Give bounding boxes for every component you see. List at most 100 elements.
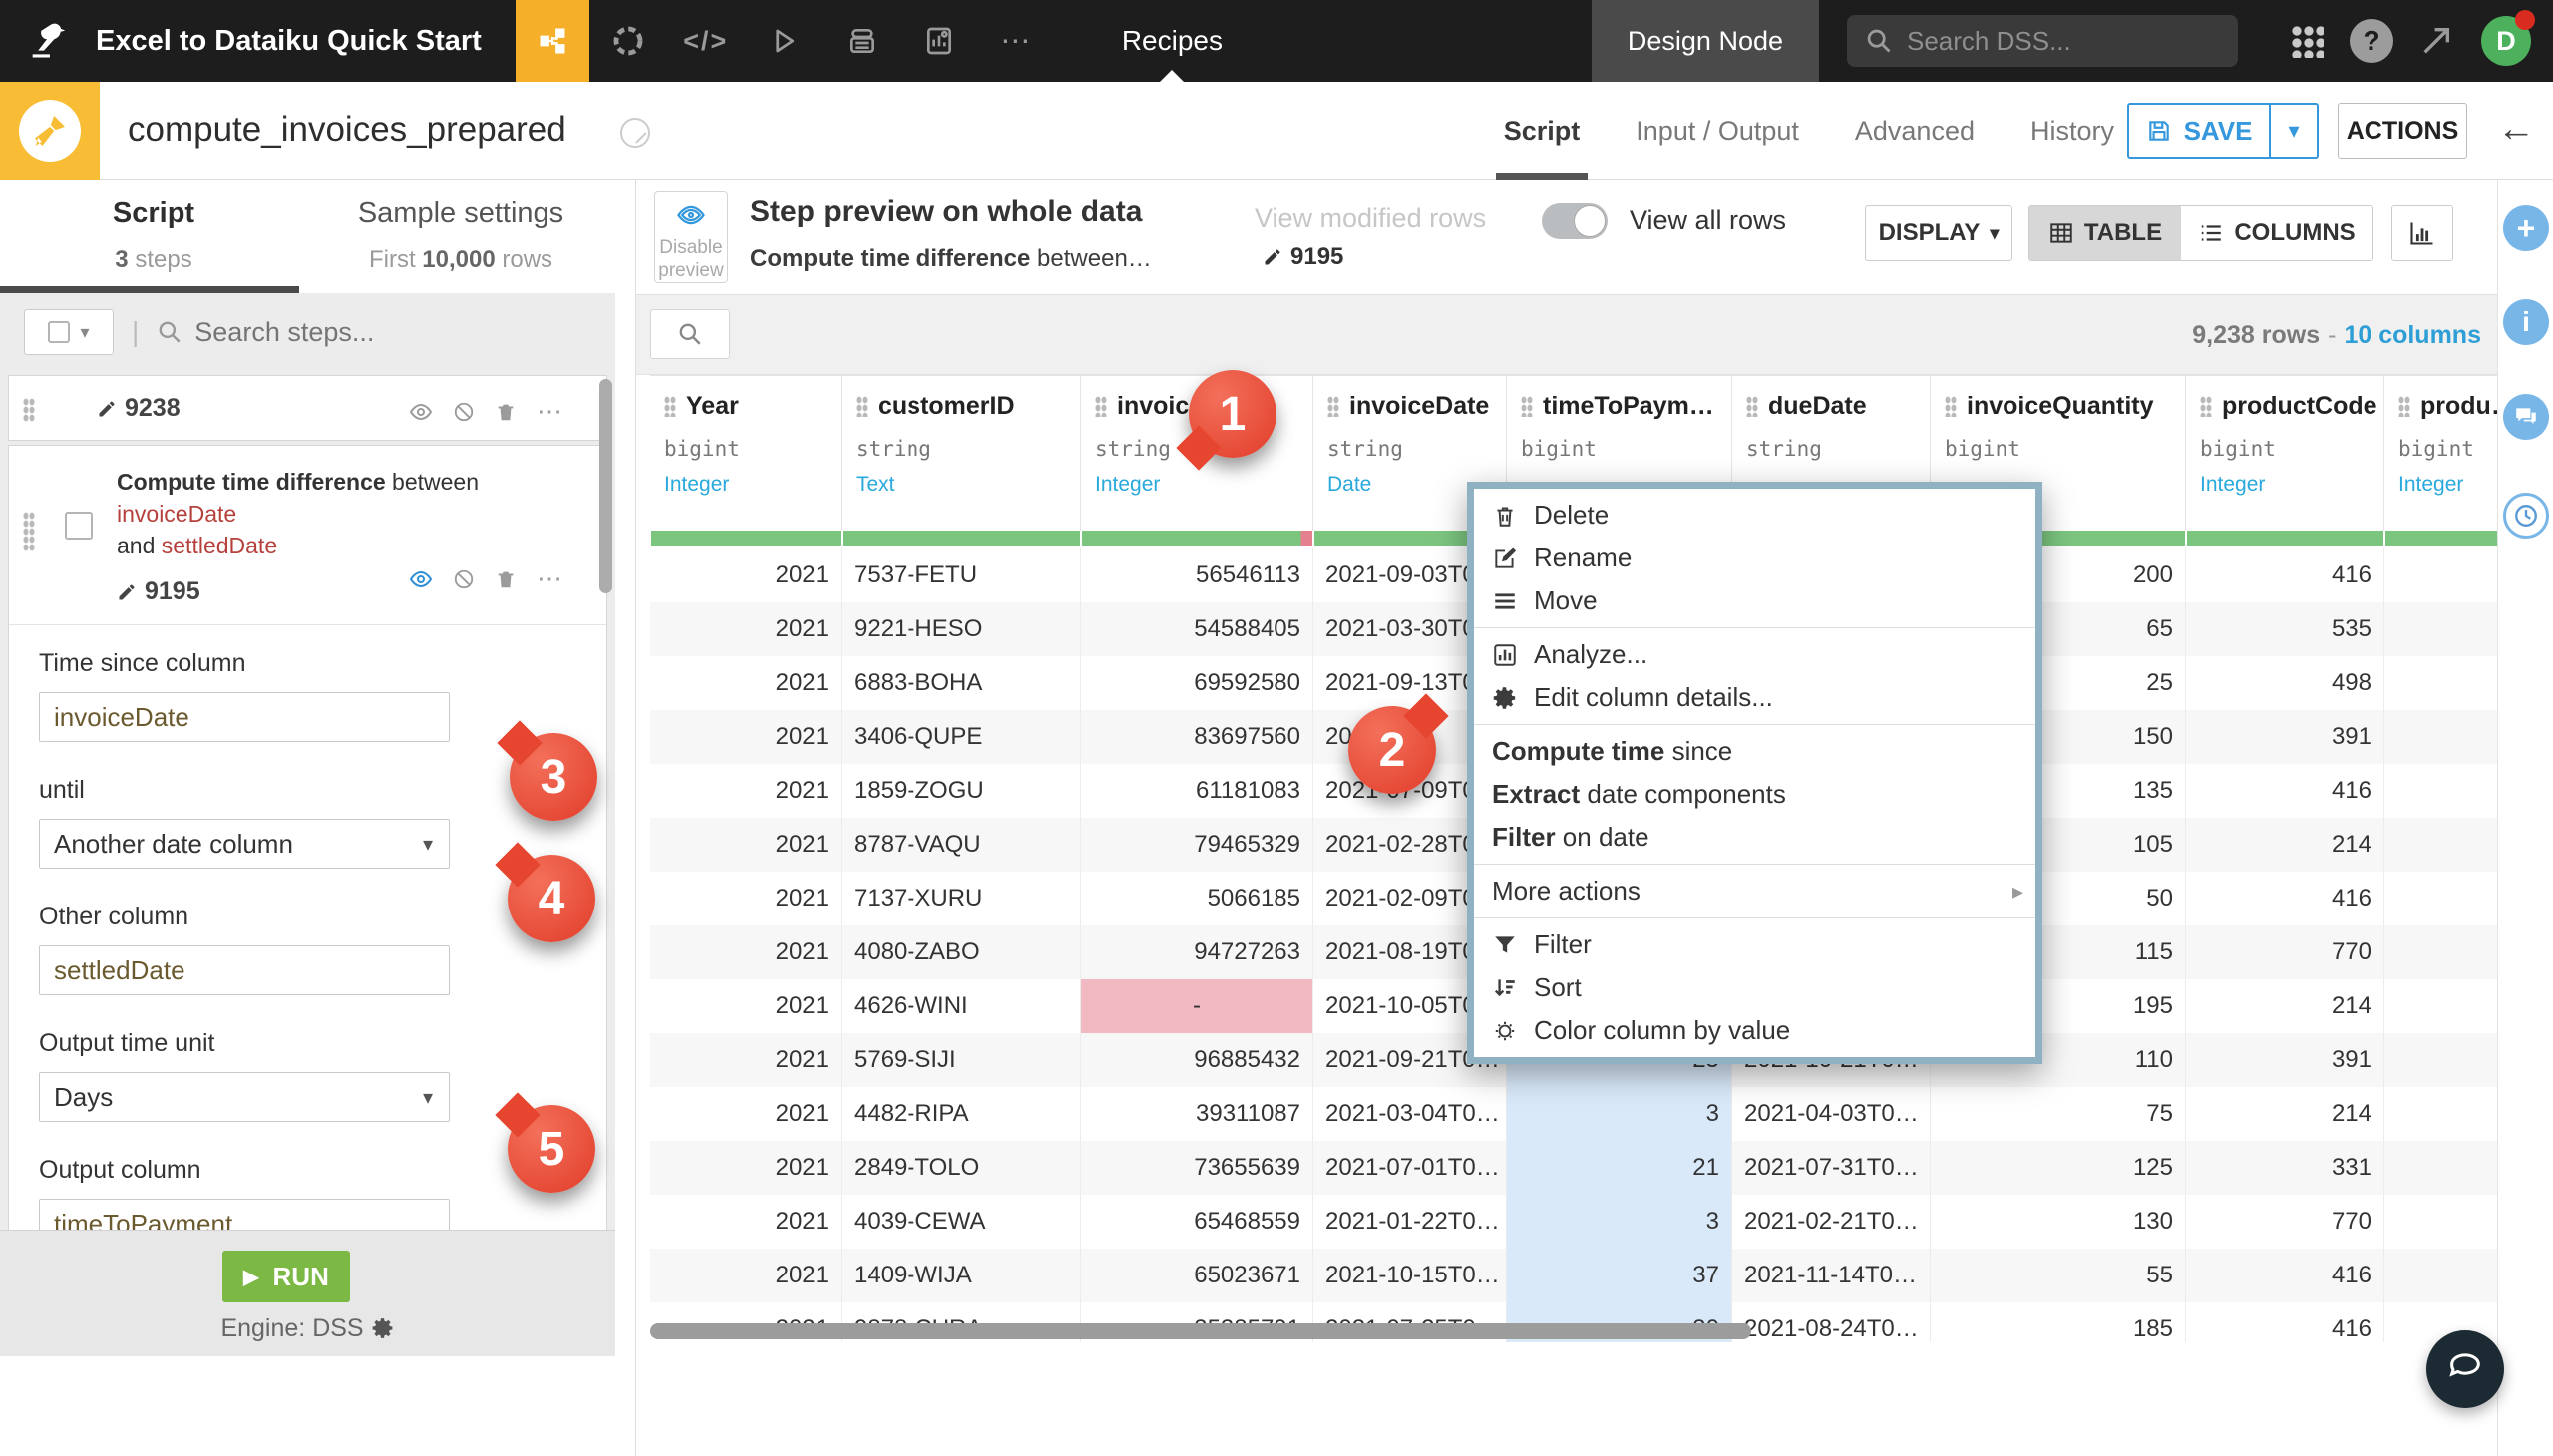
other-column-input[interactable]: [39, 945, 450, 995]
actions-button[interactable]: ACTIONS: [2338, 103, 2467, 159]
columns-view-button[interactable]: COLUMNS: [2181, 206, 2372, 260]
help-icon[interactable]: ?: [2350, 19, 2393, 63]
rows-view-toggle[interactable]: [1542, 203, 1608, 239]
delete-step-icon[interactable]: [495, 568, 517, 590]
select-all-checkbox[interactable]: [48, 321, 70, 343]
column-drag-icon[interactable]: [664, 396, 676, 417]
cell[interactable]: 535: [2186, 602, 2384, 656]
cell[interactable]: [2384, 710, 2498, 764]
cell[interactable]: 2021: [650, 656, 842, 710]
discussions-button[interactable]: [2503, 394, 2549, 440]
cell[interactable]: 1409-WIJA: [842, 1249, 1081, 1302]
cell[interactable]: [2384, 872, 2498, 925]
info-button[interactable]: i: [2503, 299, 2549, 345]
cell[interactable]: 416: [2186, 1302, 2384, 1342]
column-drag-icon[interactable]: [1746, 396, 1758, 417]
cell[interactable]: 65468559: [1081, 1195, 1313, 1249]
dashboards-icon[interactable]: [901, 0, 978, 82]
cell[interactable]: 2021-10-15T0…: [1313, 1249, 1507, 1302]
help-chat-fab[interactable]: [2426, 1330, 2504, 1408]
cell[interactable]: [2384, 818, 2498, 872]
delete-step-icon[interactable]: [495, 401, 517, 423]
cell[interactable]: 416: [2186, 872, 2384, 925]
output-column-input[interactable]: [39, 1199, 450, 1230]
disable-step-icon[interactable]: [453, 568, 475, 590]
disable-step-icon[interactable]: [453, 401, 475, 423]
cell[interactable]: 8787-VAQU: [842, 818, 1081, 872]
step-more-icon[interactable]: ⋯: [537, 396, 562, 427]
tab-advanced[interactable]: Advanced: [1855, 82, 1975, 180]
cell[interactable]: 79465329: [1081, 818, 1313, 872]
cell[interactable]: 214: [2186, 1087, 2384, 1141]
cell[interactable]: 56546113: [1081, 548, 1313, 602]
catalog-icon[interactable]: [823, 0, 901, 82]
cell[interactable]: [2384, 656, 2498, 710]
output-time-unit-select[interactable]: Days▾: [39, 1072, 450, 1122]
cell[interactable]: 2021: [650, 1033, 842, 1087]
horizontal-scrollbar[interactable]: [650, 1323, 1751, 1339]
step-checkbox[interactable]: [65, 512, 93, 540]
dataiku-logo-icon[interactable]: [0, 0, 96, 82]
cell[interactable]: 2021: [650, 818, 842, 872]
view-all-rows-label[interactable]: View all rows: [1630, 205, 1786, 236]
menu-item-color-column-by-value[interactable]: Color column by value: [1474, 1009, 2035, 1052]
global-search[interactable]: [1847, 15, 2238, 67]
cell[interactable]: 214: [2186, 979, 2384, 1033]
drag-handle-icon[interactable]: [23, 512, 35, 551]
cell[interactable]: 2021-04-03T0…: [1732, 1087, 1931, 1141]
cell[interactable]: 391: [2186, 710, 2384, 764]
table-view-button[interactable]: TABLE: [2029, 206, 2181, 260]
cell[interactable]: [2384, 1195, 2498, 1249]
cell[interactable]: 54588405: [1081, 602, 1313, 656]
menu-item-analyze[interactable]: Analyze...: [1474, 633, 2035, 676]
disable-preview-button[interactable]: Disablepreview: [654, 191, 728, 283]
cell[interactable]: 65023671: [1081, 1249, 1313, 1302]
column-header-productcode[interactable]: productCodebigintInteger: [2186, 376, 2384, 531]
cell[interactable]: 2021-02-21T0…: [1732, 1195, 1931, 1249]
cell[interactable]: -: [1081, 979, 1313, 1033]
cell[interactable]: 69592580: [1081, 656, 1313, 710]
cell[interactable]: 37: [1507, 1249, 1732, 1302]
cell[interactable]: 83697560: [1081, 710, 1313, 764]
cell[interactable]: 75: [1931, 1087, 2186, 1141]
column-header-produ[interactable]: produ…bigintInteger: [2384, 376, 2498, 531]
cell[interactable]: 3406-QUPE: [842, 710, 1081, 764]
cell[interactable]: 416: [2186, 764, 2384, 818]
table-search-button[interactable]: [650, 309, 730, 359]
column-drag-icon[interactable]: [2398, 396, 2410, 417]
cell[interactable]: 2849-TOLO: [842, 1141, 1081, 1195]
cell[interactable]: [2384, 1141, 2498, 1195]
cell[interactable]: 94727263: [1081, 925, 1313, 979]
engine-settings-gear-icon[interactable]: [371, 1316, 395, 1340]
cell[interactable]: 416: [2186, 548, 2384, 602]
cell[interactable]: 2021: [650, 764, 842, 818]
cell[interactable]: 4080-ZABO: [842, 925, 1081, 979]
cell[interactable]: 9221-HESO: [842, 602, 1081, 656]
cell[interactable]: 3: [1507, 1195, 1732, 1249]
apps-grid-icon[interactable]: [2290, 24, 2324, 58]
add-button[interactable]: +: [2503, 205, 2549, 251]
jobs-icon[interactable]: [745, 0, 823, 82]
column-drag-icon[interactable]: [1327, 396, 1339, 417]
cell[interactable]: [2384, 979, 2498, 1033]
select-steps-dropdown[interactable]: ▾: [24, 309, 114, 355]
drag-handle-icon[interactable]: [23, 398, 35, 422]
cell[interactable]: [2384, 1087, 2498, 1141]
cell[interactable]: 214: [2186, 818, 2384, 872]
cell[interactable]: 2021: [650, 925, 842, 979]
collapse-panel-icon[interactable]: ←: [2497, 108, 2535, 151]
time-since-column-input[interactable]: [39, 692, 450, 742]
cell[interactable]: 2021: [650, 710, 842, 764]
cell[interactable]: 1859-ZOGU: [842, 764, 1081, 818]
column-drag-icon[interactable]: [1095, 396, 1107, 417]
cell[interactable]: 125: [1931, 1141, 2186, 1195]
flow-icon[interactable]: [516, 0, 589, 82]
column-drag-icon[interactable]: [856, 396, 868, 417]
menu-item-delete[interactable]: Delete: [1474, 494, 2035, 537]
step-more-icon[interactable]: ⋯: [537, 563, 562, 594]
more-nav-icon[interactable]: ⋯: [978, 0, 1056, 82]
column-drag-icon[interactable]: [1945, 396, 1957, 417]
cell[interactable]: 4626-WINI: [842, 979, 1081, 1033]
cell[interactable]: 130: [1931, 1195, 2186, 1249]
run-button[interactable]: ▶RUN: [222, 1251, 350, 1302]
